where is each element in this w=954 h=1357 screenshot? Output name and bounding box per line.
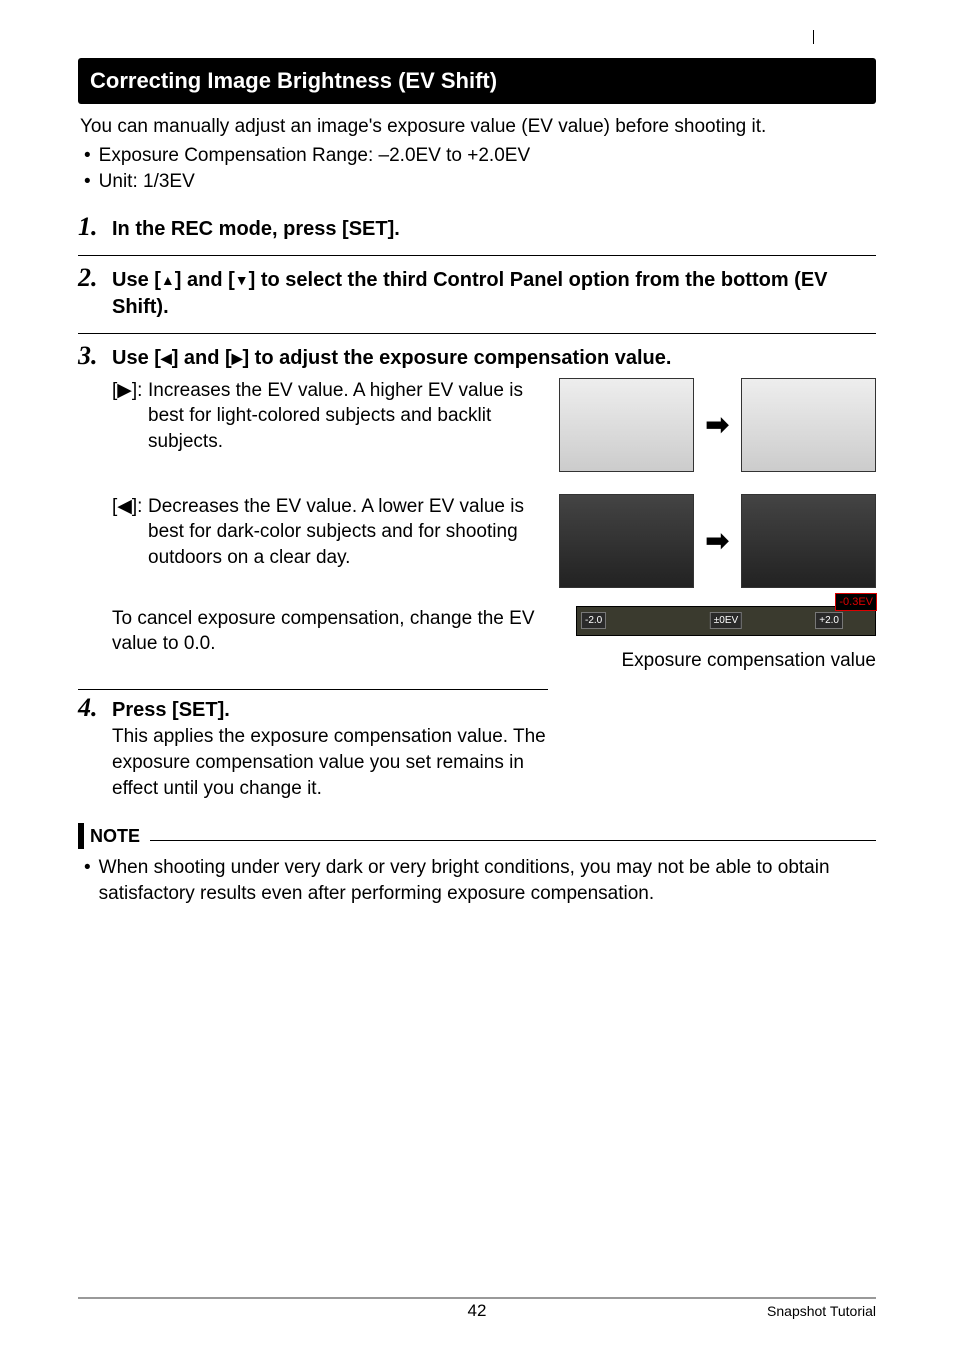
note-bar-icon (78, 823, 84, 849)
step-divider (78, 333, 876, 334)
step-1: 1. In the REC mode, press [SET]. (78, 209, 876, 253)
ev-decrease-text: Decreases the EV value. A lower EV value… (148, 494, 532, 571)
arrow-right-icon: ➡ (706, 406, 729, 444)
note-body-text: When shooting under very dark or very br… (84, 855, 876, 906)
step-title: In the REC mode, press [SET]. (112, 213, 400, 243)
section-header: Correcting Image Brightness (EV Shift) (78, 58, 876, 104)
t: Use [ (112, 347, 161, 369)
intro-bullet: Unit: 1/3EV (84, 169, 876, 195)
ev-cancel-row: To cancel exposure compensation, change … (112, 606, 876, 674)
footer-section-label: Snapshot Tutorial (767, 1302, 876, 1321)
t: ] to adjust the exposure compensation va… (242, 347, 671, 369)
up-triangle-icon: ▲ (161, 271, 175, 290)
right-triangle-icon: ▶ (232, 349, 243, 368)
intro-lead: You can manually adjust an image's expos… (78, 114, 876, 140)
ev-decrease-row: [◀]: Decreases the EV value. A lower EV … (112, 494, 876, 588)
key-label-left: [◀]: (112, 494, 142, 571)
ev-bar-mid: ±0EV (710, 612, 742, 630)
note-text: When shooting under very dark or very br… (99, 855, 876, 906)
t: ] and [ (172, 347, 232, 369)
thumb-before-icon (559, 494, 694, 588)
step-number: 3. (78, 342, 102, 371)
ev-bar-flag: -0.3EV (835, 593, 877, 612)
step-2: 2. Use [▲] and [▼] to select the third C… (78, 260, 876, 331)
footer-rule (78, 1297, 876, 1299)
step-title: Press [SET]. (112, 694, 230, 724)
key-label-right: [▶]: (112, 378, 142, 455)
ev-indicator-label: Exposure compensation value (576, 648, 876, 674)
step-number: 4. (78, 694, 102, 723)
note-title: NOTE (90, 824, 140, 848)
ev-cancel-text: To cancel exposure compensation, change … (112, 606, 572, 657)
t: Use [ (112, 269, 161, 291)
ev-bar-max: +2.0 (815, 612, 843, 630)
ev-indicator: -2.0 ±0EV +2.0 -0.3EV Exposure compensat… (576, 606, 876, 674)
intro-bullet: Exposure Compensation Range: –2.0EV to +… (84, 143, 876, 169)
ev-bar-icon: -2.0 ±0EV +2.0 -0.3EV (576, 606, 876, 636)
ev-bar-min: -2.0 (581, 612, 606, 630)
note-rule (150, 831, 876, 841)
step-divider (78, 255, 876, 256)
thumb-before-icon (559, 378, 694, 472)
ev-increase-text: Increases the EV value. A higher EV valu… (148, 378, 532, 455)
step-number: 2. (78, 264, 102, 293)
thumb-after-icon (741, 378, 876, 472)
step-4-body: This applies the exposure compensation v… (78, 724, 548, 801)
step-title: Use [◀] and [▶] to adjust the exposure c… (112, 342, 671, 372)
step-divider (78, 689, 548, 690)
ev-increase-illustration: ➡ (532, 378, 876, 472)
step-title: Use [▲] and [▼] to select the third Cont… (112, 264, 876, 321)
thumb-after-icon (741, 494, 876, 588)
ev-increase-row: [▶]: Increases the EV value. A higher EV… (112, 378, 876, 472)
intro-bullets: Exposure Compensation Range: –2.0EV to +… (78, 143, 876, 194)
step-3: 3. Use [◀] and [▶] to adjust the exposur… (78, 338, 876, 684)
step-4: 4. Press [SET]. This applies the exposur… (78, 687, 876, 801)
ev-decrease-illustration: ➡ (532, 494, 876, 588)
arrow-right-icon: ➡ (706, 522, 729, 560)
step-number: 1. (78, 213, 102, 242)
left-triangle-icon: ◀ (161, 349, 172, 368)
note-section: NOTE When shooting under very dark or ve… (78, 823, 876, 906)
ev-pointer-icon (813, 30, 814, 44)
down-triangle-icon: ▼ (235, 271, 249, 290)
t: ] and [ (175, 269, 235, 291)
